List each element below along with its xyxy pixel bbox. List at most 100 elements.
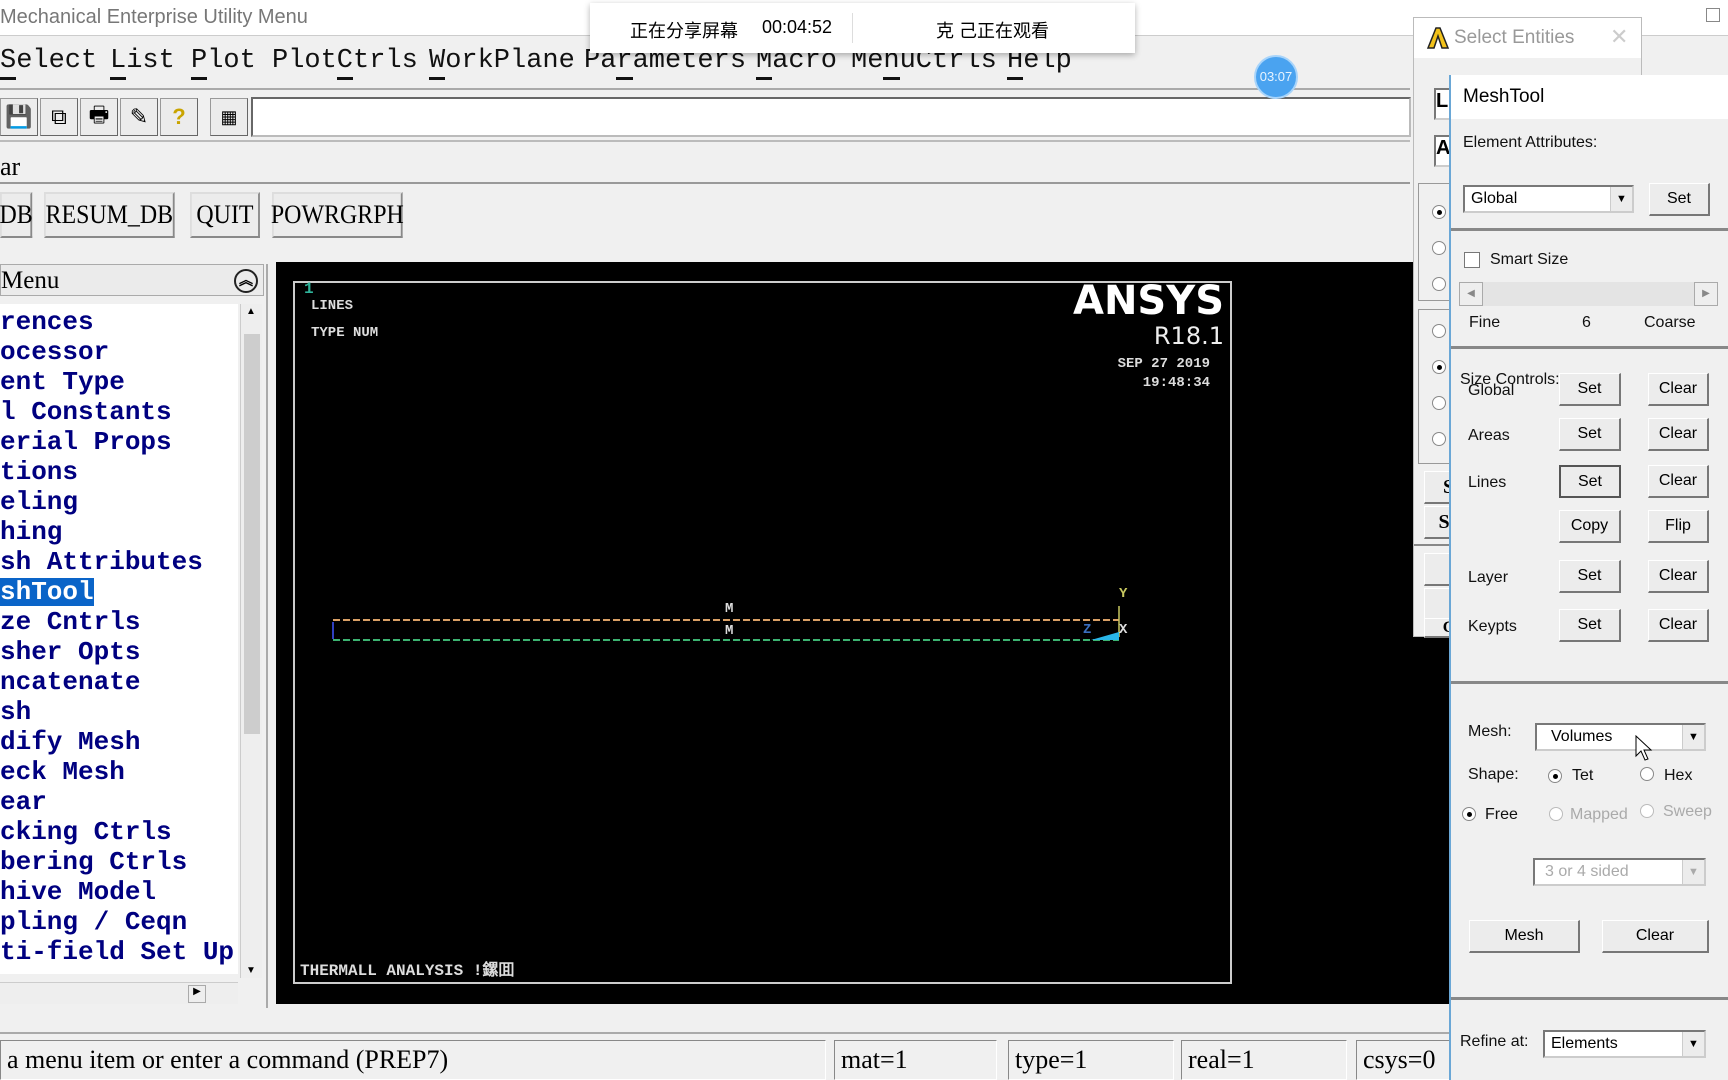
chevron-down-icon[interactable]: ▼ <box>1682 1032 1704 1056</box>
free-label: Free <box>1485 806 1518 823</box>
main-menu-item[interactable]: ocessor <box>0 338 109 366</box>
selection-mode-radio[interactable] <box>1432 432 1446 446</box>
areas-set-button[interactable]: Set <box>1559 418 1621 451</box>
main-menu-item[interactable]: cking Ctrls <box>0 818 172 846</box>
size-control-label: Layer <box>1468 569 1509 586</box>
main-menu-item[interactable]: ze Cntrls <box>0 608 140 636</box>
resume-icon[interactable]: ⧉ <box>40 98 78 136</box>
menu-workplane[interactable]: WorkPlane <box>429 46 575 80</box>
print-icon[interactable]: 🖶 <box>80 98 118 136</box>
main-menu-item[interactable]: pling / Ceqn <box>0 908 187 936</box>
mapped-radio[interactable] <box>1549 807 1563 821</box>
main-menu-item[interactable]: eck Mesh <box>0 758 125 786</box>
menu-select[interactable]: Select <box>0 46 97 80</box>
report-icon[interactable]: ✎ <box>120 98 158 136</box>
refine-at-dropdown[interactable]: Elements ▼ <box>1543 1030 1706 1058</box>
main-menu-item[interactable]: tions <box>0 458 78 486</box>
main-menu-item[interactable]: sh <box>0 698 31 726</box>
menu-plot[interactable]: Plot <box>191 46 256 80</box>
close-icon[interactable]: ✕ <box>1610 24 1628 50</box>
menu-label: Plot <box>191 46 256 76</box>
main-menu-item[interactable]: sher Opts <box>0 638 140 666</box>
main-menu-item[interactable]: ent Type <box>0 368 125 396</box>
scroll-down-icon[interactable]: ▼ <box>246 965 256 976</box>
layer-set-button[interactable]: Set <box>1559 560 1621 593</box>
plot-title: THERMALL ANALYSIS !鏍囬 <box>300 962 515 980</box>
element-attributes-set-button[interactable]: Set <box>1649 183 1710 216</box>
main-menu-item[interactable]: eling <box>0 488 78 516</box>
layer-clear-button[interactable]: Clear <box>1648 560 1709 593</box>
areas-clear-button[interactable]: Clear <box>1648 418 1709 451</box>
main-menu-item[interactable]: sh Attributes <box>0 548 203 576</box>
slider-right-icon[interactable]: ▶ <box>1694 282 1718 306</box>
main-menu-item[interactable]: rences <box>0 308 94 336</box>
menu-list[interactable]: List <box>110 46 175 80</box>
mnemonic-underline <box>110 77 127 80</box>
entity-radio[interactable] <box>1432 241 1446 255</box>
chevron-down-icon[interactable]: ▼ <box>1682 725 1704 749</box>
main-menu-item[interactable]: hive Model <box>0 878 156 906</box>
main-menu-item[interactable]: bering Ctrls <box>0 848 187 876</box>
vertical-scrollbar[interactable]: ▲ ▼ <box>240 304 262 978</box>
size-level-slider[interactable]: ◀ ▶ <box>1459 282 1718 306</box>
smart-size-checkbox[interactable] <box>1464 252 1480 268</box>
resum-db-button[interactable]: RESUM_DB <box>44 192 175 238</box>
main-menu-item[interactable]: ear <box>0 788 47 816</box>
select-entities-titlebar: Select Entities ✕ <box>1414 18 1641 58</box>
scroll-up-icon[interactable]: ▲ <box>246 306 256 317</box>
lines-clear-button[interactable]: Clear <box>1648 465 1709 498</box>
lines-copy-button[interactable]: Copy <box>1559 510 1621 543</box>
main-menu-item[interactable]: shTool <box>0 578 94 606</box>
element-attributes-dropdown[interactable]: Global ▼ <box>1463 185 1634 213</box>
main-menu-item[interactable]: erial Props <box>0 428 172 456</box>
main-menu-title: Menu <box>1 267 60 294</box>
selection-mode-radio[interactable] <box>1432 324 1446 338</box>
main-menu-item[interactable]: ncatenate <box>0 668 140 696</box>
size-control-label: Lines <box>1468 474 1507 491</box>
free-radio[interactable] <box>1462 807 1476 821</box>
sweep-radio[interactable] <box>1640 804 1654 818</box>
main-menu-item[interactable]: l Constants <box>0 398 172 426</box>
keypts-clear-button[interactable]: Clear <box>1648 609 1709 642</box>
chevron-down-icon[interactable]: ▼ <box>1682 860 1704 884</box>
lines-set-button[interactable]: Set <box>1559 465 1621 498</box>
mesh-clear-button[interactable]: Clear <box>1602 920 1709 953</box>
screen-share-overlay: 正在分享屏幕 00:04:52 克 己正在观看 <box>590 3 1135 53</box>
sweep-label: Sweep <box>1663 803 1712 820</box>
main-menu-item[interactable]: hing <box>0 518 62 546</box>
mesh-button[interactable]: Mesh <box>1469 920 1580 953</box>
graphics-window[interactable]: 1 LINES TYPE NUM ANSYS R18.1 SEP 27 2019… <box>276 262 1450 1004</box>
global-set-button[interactable]: Set <box>1559 373 1621 406</box>
restore-icon[interactable] <box>1706 8 1720 22</box>
chevron-down-icon[interactable]: ▼ <box>1610 187 1632 211</box>
mesh-entity-dropdown[interactable]: Volumes ▼ <box>1535 723 1706 751</box>
tet-radio[interactable] <box>1548 769 1562 783</box>
main-menu-item[interactable]: dify Mesh <box>0 728 140 756</box>
entity-radio[interactable] <box>1432 205 1446 219</box>
save-db-button[interactable]: DB <box>0 192 33 238</box>
powrgrph-button[interactable]: POWRGRPH <box>271 192 404 238</box>
keyboard-icon[interactable]: ▦ <box>210 98 248 136</box>
menu-plotctrls[interactable]: PlotCtrls <box>272 46 418 80</box>
save-icon[interactable]: 💾 <box>0 98 38 136</box>
scroll-thumb[interactable] <box>244 334 260 734</box>
timer-badge[interactable]: 03:07 <box>1254 55 1298 99</box>
hex-radio[interactable] <box>1640 767 1654 781</box>
help-icon[interactable]: ? <box>160 98 198 136</box>
global-clear-button[interactable]: Clear <box>1648 373 1709 406</box>
lines-flip-button[interactable]: Flip <box>1648 510 1709 543</box>
ansys-icon <box>1426 27 1450 49</box>
entity-radio[interactable] <box>1432 277 1446 291</box>
sides-dropdown[interactable]: 3 or 4 sided ▼ <box>1533 858 1706 886</box>
selection-mode-radio[interactable] <box>1432 396 1446 410</box>
command-input[interactable] <box>251 97 1411 137</box>
scroll-right-icon[interactable]: ▶ <box>188 985 206 1003</box>
quit-button[interactable]: QUIT <box>190 192 260 238</box>
main-menu-item[interactable]: ti-field Set Up <box>0 938 234 966</box>
selection-mode-radio[interactable] <box>1432 360 1446 374</box>
keypts-set-button[interactable]: Set <box>1559 609 1621 642</box>
collapse-icon[interactable]: ︽ <box>234 269 258 293</box>
slider-left-icon[interactable]: ◀ <box>1459 282 1483 306</box>
smart-size-label: Smart Size <box>1490 251 1569 268</box>
horizontal-scrollbar[interactable]: ▶ <box>0 982 238 1004</box>
